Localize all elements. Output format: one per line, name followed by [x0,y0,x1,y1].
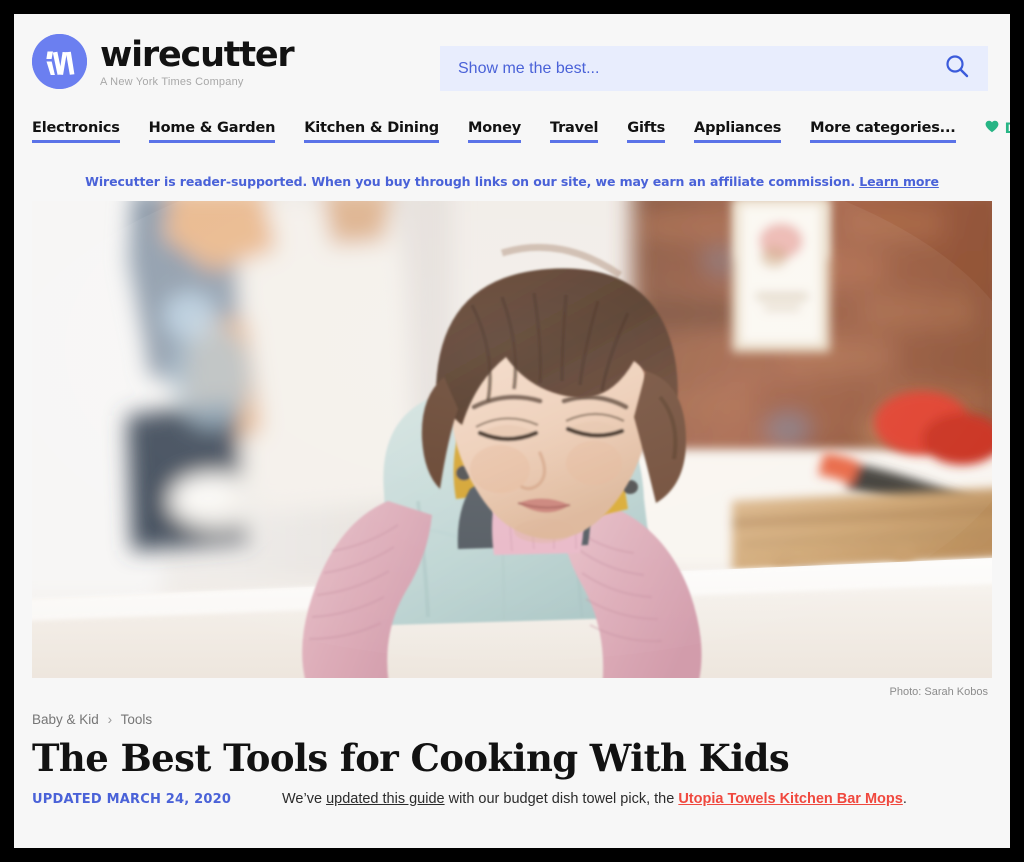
search-bar[interactable] [440,46,988,91]
site-header: wirecutter A New York Times Company [14,14,1010,120]
update-note-before: We’ve [282,790,327,807]
breadcrumb-item-tools[interactable]: Tools [121,712,153,727]
brand-text-block: wirecutter A New York Times Company [100,34,295,88]
update-note-after: . [902,790,907,807]
nav-item-travel[interactable]: Travel [550,120,599,143]
page-title: The Best Tools for Cooking With Kids [32,736,790,780]
affiliate-disclosure: Wirecutter is reader-supported. When you… [14,160,1010,201]
wirecutter-page: wirecutter A New York Times Company Elec… [14,14,1010,848]
breadcrumb-item-baby-kid[interactable]: Baby & Kid [32,712,99,727]
nav-item-more-categories[interactable]: More categories... [810,120,956,143]
article-meta-row: UPDATED MARCH 24, 2020 We’ve updated thi… [32,791,992,807]
nav-item-appliances[interactable]: Appliances [694,120,781,143]
site-logo[interactable]: wirecutter A New York Times Company [32,34,295,89]
breadcrumb-separator: › [107,712,113,727]
nav-item-deals-label: Deals [1005,121,1010,137]
learn-more-link[interactable]: Learn more [859,174,939,189]
product-link-utopia-towels[interactable]: Utopia Towels Kitchen Bar Mops [678,791,903,807]
nav-item-electronics[interactable]: Electronics [32,120,120,143]
article-header: Baby & Kid › Tools The Best Tools for Co… [14,698,1010,807]
browser-screenshot-frame: wirecutter A New York Times Company Elec… [0,0,1024,862]
update-note-middle: with our budget dish towel pick, the [444,790,679,807]
search-input[interactable] [458,59,944,78]
breadcrumb: Baby & Kid › Tools [32,712,992,727]
search-icon[interactable] [944,53,970,84]
hero-image-section: Photo: Sarah Kobos [32,201,992,698]
updated-this-guide-link[interactable]: updated this guide [326,791,445,807]
nav-item-gifts[interactable]: Gifts [627,120,665,143]
photo-credit: Photo: Sarah Kobos [889,686,988,698]
nav-item-home-garden[interactable]: Home & Garden [148,120,275,143]
wirecutter-w-logo-icon[interactable] [32,34,87,89]
wordmark: wirecutter [100,34,295,75]
nav-item-kitchen-dining[interactable]: Kitchen & Dining [304,120,439,143]
brand-tagline: A New York Times Company [100,75,244,88]
heart-icon [985,120,999,137]
hero-image [32,201,992,678]
nav-item-deals[interactable]: Deals [985,120,1010,144]
update-note: We’ve updated this guide with our budget… [282,791,907,807]
affiliate-disclosure-text: Wirecutter is reader-supported. When you… [85,174,856,189]
updated-date: UPDATED MARCH 24, 2020 [32,791,232,807]
nav-item-money[interactable]: Money [468,120,521,143]
primary-navigation: Electronics Home & Garden Kitchen & Dini… [14,120,1010,160]
